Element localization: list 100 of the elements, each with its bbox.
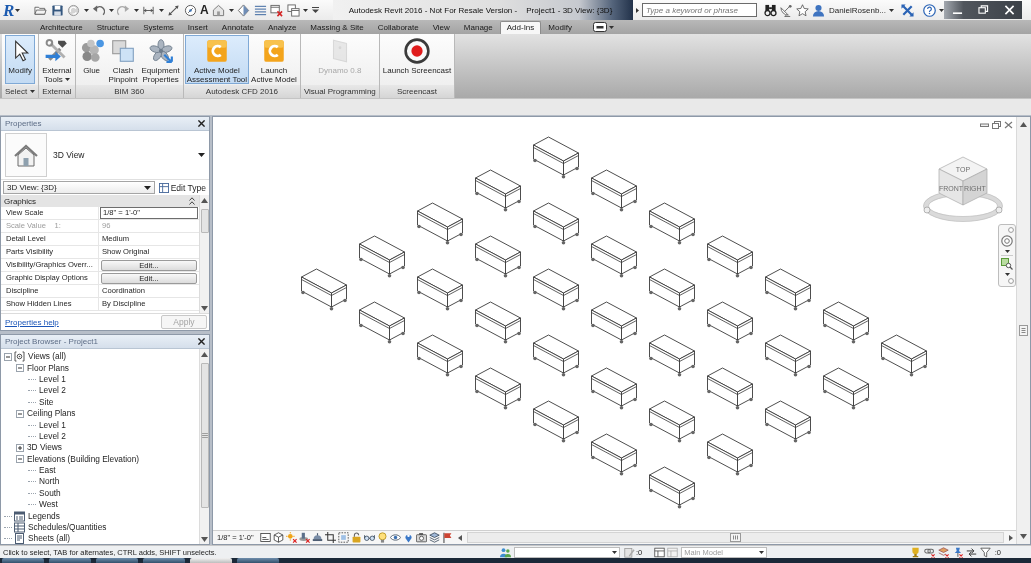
tree-item[interactable]: Level 1 [38,373,67,385]
caret-icon[interactable] [939,8,944,12]
steering-wheel-icon[interactable] [1001,235,1013,248]
caret-icon[interactable] [303,8,309,12]
ribbon-toggle-icon[interactable] [592,22,607,32]
ribbon-tab[interactable]: Systems [136,21,181,34]
ribbon-button[interactable]: Clash Pinpoint [106,35,140,84]
caret-icon[interactable] [228,8,234,12]
text-tool-button[interactable]: A [200,3,209,17]
save-icon[interactable] [50,3,64,17]
ribbon-tab[interactable]: View [425,21,457,34]
window-grid-icon[interactable] [654,546,666,558]
type-name[interactable]: 3D View [53,150,192,160]
tree-item[interactable]: Level 1 [38,419,67,431]
scroll-thumb[interactable] [200,363,209,508]
ribbon-button[interactable]: Launch Active Model [249,35,299,84]
padlock-icon[interactable] [350,532,362,543]
scroll-thumb[interactable] [200,209,209,233]
expand-toggle[interactable] [4,352,12,361]
caret-icon[interactable] [889,8,894,12]
scroll-grip-icon[interactable] [1019,325,1028,336]
scroll-up-icon[interactable] [1020,122,1027,127]
minimize-icon[interactable] [980,121,989,129]
tree-item[interactable]: Level 2 [38,430,67,442]
ribbon-tab[interactable]: Add-Ins [499,21,542,34]
search-field[interactable]: Type a keyword or phrase [642,3,758,17]
swap-arrows-icon[interactable] [965,546,977,558]
caret-icon[interactable] [15,8,21,12]
ribbon-button[interactable]: Glue [76,35,107,84]
ribbon-tab[interactable]: Manage [456,21,500,34]
shadow-off-icon[interactable] [298,532,310,543]
scroll-down-icon[interactable] [1020,534,1027,539]
ribbon-tab[interactable]: Annotate [214,21,261,34]
close-icon[interactable] [198,338,205,345]
tree-item[interactable]: Floor Plans [26,362,70,374]
expand-toggle[interactable] [16,409,24,418]
trophy-icon[interactable] [909,546,921,558]
zoom-icon[interactable] [1001,258,1013,271]
ribbon-button[interactable]: Modify [5,35,36,84]
caret-icon[interactable] [83,8,89,12]
help-icon[interactable] [923,3,936,17]
expand-toggle[interactable] [16,364,24,373]
tree-item[interactable]: Views (all) [27,351,68,363]
tree-item[interactable]: West [38,499,59,511]
eye-icon[interactable] [389,532,401,543]
caret-icon[interactable] [158,8,164,12]
tree-item[interactable]: East [38,465,57,477]
scroll-up-icon[interactable] [201,352,208,357]
scroll-right-icon[interactable] [1009,534,1013,541]
dome-icon[interactable] [311,532,323,543]
ribbon-tab[interactable]: Architecture [33,21,90,34]
edit-type-button[interactable]: Edit Type [157,182,207,193]
ribbon-tab[interactable]: Modify [541,21,579,34]
user-name[interactable]: DanielRosenb... [829,5,886,15]
close-windows-icon[interactable] [270,3,284,17]
tree-item[interactable]: Legends [27,510,61,522]
circle-slash-icon[interactable] [183,3,197,17]
tree-item[interactable]: Ceiling Plans [26,408,77,420]
tree-item[interactable]: Level 2 [38,385,67,397]
ribbon-tab[interactable]: Analyze [260,21,304,34]
expand-toggle[interactable] [16,443,24,452]
flag-icon[interactable] [441,532,453,543]
cube-icon[interactable] [272,532,284,543]
tree-item[interactable]: North [38,476,61,488]
scrollbar-track[interactable] [199,349,209,544]
thin-lines-icon[interactable] [253,3,267,17]
properties-help-link[interactable]: Properties help [5,317,59,327]
scroll-down-icon[interactable] [201,306,208,311]
user-icon[interactable] [812,3,826,17]
caret-icon[interactable] [64,78,70,82]
map-pin-icon[interactable] [402,532,414,543]
caret-icon[interactable] [612,550,617,554]
sun-off-icon[interactable] [285,532,297,543]
scroll-down-icon[interactable] [201,537,208,542]
switch-windows-icon[interactable] [286,3,300,17]
close-icon[interactable] [198,120,205,127]
crop-frame-icon[interactable] [337,532,349,543]
horizontal-scrollbar[interactable] [466,532,1004,543]
star-icon[interactable] [796,3,810,17]
handle-dot-icon[interactable] [1008,277,1014,284]
lightbulb-icon[interactable] [376,532,388,543]
glasses-icon[interactable] [363,532,375,543]
restore-icon[interactable] [992,121,1001,129]
aligned-dimension-icon[interactable] [167,3,180,17]
ribbon-tab[interactable]: Structure [89,21,137,34]
ribbon-button[interactable]: Active Model Assessment Tool [184,35,250,84]
crop-icon[interactable] [324,532,336,543]
tree-item[interactable]: Schedules/Quantities [27,522,108,534]
caret-icon[interactable] [1004,272,1010,276]
tree-item[interactable]: Site [38,396,55,408]
layers-icon[interactable] [428,532,440,543]
expand-toggle[interactable] [16,455,24,464]
scroll-up-icon[interactable] [201,198,208,203]
scroll-left-icon[interactable] [457,534,462,541]
camera-icon[interactable] [415,532,427,543]
rotate-handle-icon[interactable] [923,206,931,214]
caret-icon[interactable] [198,153,205,157]
ribbon-button[interactable]: External Tools [40,35,74,84]
view-type-dropdown[interactable]: 3D View: {3D} [3,181,155,194]
chain-link-icon[interactable] [923,546,935,558]
